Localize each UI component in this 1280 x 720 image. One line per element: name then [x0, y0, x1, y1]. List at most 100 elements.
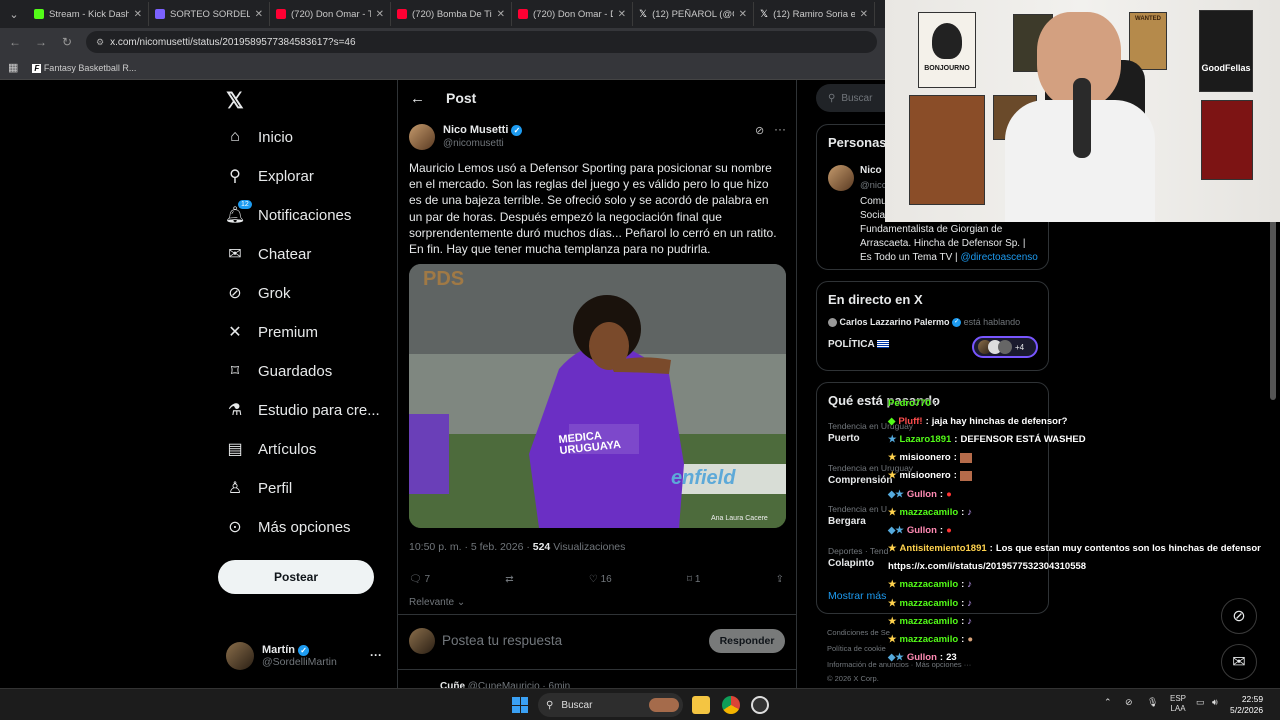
listeners-pill[interactable]: +4 — [972, 336, 1038, 358]
x-logo-icon[interactable]: 𝕏 — [226, 88, 244, 114]
grok-fab-button[interactable]: ⊘ — [1221, 598, 1257, 634]
microphone-icon[interactable]: 🎙︎ — [1147, 697, 1158, 708]
goodfellas-text: GoodFellas — [1201, 63, 1251, 73]
close-icon[interactable]: ✕ — [739, 9, 747, 20]
share-icon[interactable]: ⇪ — [776, 574, 784, 585]
chat-message: ★ mazzacamilo: ● — [888, 634, 974, 646]
messages-fab-button[interactable]: ✉ — [1221, 644, 1257, 680]
article-icon: ▤ — [227, 441, 243, 458]
nav-item-creator-studio[interactable]: ⚗ Estudio para cre... — [226, 401, 380, 420]
system-clock[interactable]: 22:59 5/2/2026 — [1230, 694, 1263, 716]
show-more-link[interactable]: Mostrar más — [828, 590, 886, 602]
close-icon[interactable]: ✕ — [618, 9, 626, 20]
chat-text: 23 — [946, 652, 957, 664]
chat-message: ★ mazzacamilo: ♪ — [888, 579, 973, 591]
bookmark-count: 1 — [694, 574, 701, 585]
reply-composer: Postea tu respuesta Responder — [398, 614, 796, 670]
bio-link[interactable]: @directoascenso — [960, 252, 1037, 263]
apps-icon[interactable]: ▦ — [8, 61, 18, 74]
back-arrow-icon[interactable]: ← — [410, 90, 425, 107]
live-card: En directo en X Carlos Lazzarino Palermo… — [816, 281, 1049, 371]
browser-tab[interactable]: (720) Bomba De Tien ✕ — [391, 2, 512, 26]
sort-dropdown[interactable]: Relevante ⌄ — [409, 597, 465, 608]
close-icon[interactable]: ✕ — [134, 9, 142, 20]
close-icon[interactable]: ✕ — [255, 9, 263, 20]
live-title: En directo en X — [828, 292, 923, 307]
grok-icon[interactable]: ⊘ — [755, 124, 764, 137]
close-icon[interactable]: ✕ — [497, 9, 505, 20]
footer-link[interactable]: Condiciones de Se — [827, 628, 890, 637]
chat-text: Los que estan muy contentos son los hinc… — [995, 543, 1261, 555]
account-switcher[interactable]: Martín ✓ @SordelliMartin — [226, 642, 337, 670]
windows-start-icon[interactable] — [512, 697, 528, 713]
forward-arrow-icon[interactable]: → — [34, 35, 48, 49]
taskbar-search[interactable]: ⚲ Buscar — [538, 693, 683, 717]
nav-item-profile[interactable]: ♙ Perfil — [226, 479, 292, 498]
obs-icon[interactable] — [751, 696, 769, 714]
live-status: está hablando — [963, 317, 1021, 327]
bookmarks-bar: ▦ F Fantasy Basketball R... — [0, 56, 885, 80]
reply-action[interactable]: 🗨︎ 7 — [409, 574, 430, 585]
site-info-icon[interactable]: ⚙ — [96, 37, 104, 48]
nav-label: Notificaciones — [258, 206, 352, 224]
speaker-icon[interactable]: 🔊︎ — [1212, 697, 1218, 708]
trend-item[interactable]: Deportes · Tend Colapinto — [828, 546, 888, 569]
trend-item[interactable]: Tendencia en U Bergara — [828, 504, 887, 527]
browser-tab[interactable]: (720) Don Omar - Ta ✕ — [270, 2, 391, 26]
badge-icon: ★ — [888, 579, 897, 591]
reply-button[interactable]: Responder — [709, 629, 785, 653]
tab-search-button[interactable]: ⌄ — [0, 0, 28, 28]
nav-label: Más opciones — [258, 518, 351, 536]
bookmark-label: Fantasy Basketball R... — [43, 62, 137, 73]
nav-item-more[interactable]: ⊙ Más opciones — [226, 518, 351, 537]
file-explorer-icon[interactable] — [692, 696, 710, 714]
bookmark-action[interactable]: ⌑ 1 — [687, 574, 700, 585]
like-action[interactable]: ♡ 16 — [589, 574, 612, 585]
avatar — [409, 124, 435, 150]
reload-icon[interactable]: ↻ — [60, 35, 74, 49]
post-meta: 10:50 p. m. · 5 feb. 2026 · 524 Visualiz… — [409, 541, 625, 553]
post-button[interactable]: Postear — [218, 560, 374, 594]
tab-favicon — [518, 9, 528, 19]
close-icon[interactable]: ✕ — [860, 9, 868, 20]
chevron-up-icon[interactable]: ⌃ — [1104, 697, 1112, 708]
post-author[interactable]: Nico Musetti ✓ @nicomusetti — [409, 124, 523, 150]
nav-item-explore[interactable]: ⚲ Explorar — [226, 167, 314, 186]
close-icon[interactable]: ✕ — [376, 9, 384, 20]
url-field[interactable]: ⚙ x.com/nicomusetti/status/20195895773845… — [86, 31, 877, 53]
avatar[interactable] — [828, 165, 854, 191]
network-off-icon[interactable]: ⊘ — [1125, 697, 1133, 708]
live-space[interactable]: Carlos Lazzarino Palermo ✓ está hablando — [817, 317, 1048, 328]
browser-tab[interactable]: (720) Don Omar - Da ✕ — [512, 2, 633, 26]
more-icon[interactable]: ··· — [370, 648, 382, 662]
chrome-icon[interactable] — [722, 696, 740, 714]
back-arrow-icon[interactable]: ← — [8, 35, 22, 49]
post-image[interactable]: PDS MEDICA URUGUAYA enfield Ana Laura Ca… — [409, 264, 786, 528]
browser-tab[interactable]: Stream - Kick Dashbo ✕ — [28, 2, 149, 26]
repost-action[interactable]: ⇄ — [505, 574, 513, 585]
browser-tab[interactable]: 𝕏 (12) PEÑAROL (@Ofi ✕ — [633, 2, 754, 26]
emote-icon: ● — [946, 488, 952, 500]
nav-item-notifications[interactable]: 🔔︎ 12 Notificaciones — [225, 200, 352, 224]
person-name[interactable]: Nico — [860, 165, 882, 176]
bookmark-item[interactable]: F Fantasy Basketball R... — [32, 63, 136, 73]
footer-link[interactable]: Política de cookie — [827, 644, 886, 653]
browser-tab[interactable]: SORTEO SORDELLIST ✕ — [149, 2, 270, 26]
monitor-icon[interactable]: ▭ — [1196, 697, 1205, 708]
nav-item-chat[interactable]: ✉ Chatear — [226, 245, 311, 264]
chat-user: mazzacamilo — [899, 579, 959, 591]
nav-item-home[interactable]: ⌂ Inicio — [226, 128, 293, 146]
emote-icon: ♪ — [967, 597, 973, 609]
heart-icon: ♡ — [588, 574, 598, 585]
browser-tab[interactable]: 𝕏 (12) Ramiro Soria en ✕ — [754, 2, 875, 26]
nav-item-grok[interactable]: ⊘ Grok — [226, 284, 290, 303]
reply-input[interactable]: Postea tu respuesta — [442, 633, 562, 648]
search-icon: ⚲ — [828, 92, 836, 104]
language-indicator[interactable]: ESP LAA — [1170, 694, 1186, 714]
nav-item-premium[interactable]: ✕ Premium — [226, 323, 318, 342]
nav-item-articles[interactable]: ▤ Artículos — [226, 440, 316, 459]
verified-icon: ✓ — [511, 124, 523, 136]
chat-message: ★ mazzacamilo: ♪ — [888, 615, 973, 627]
nav-item-bookmarks[interactable]: ⌑ Guardados — [226, 362, 332, 381]
more-icon[interactable]: ··· — [774, 122, 786, 136]
